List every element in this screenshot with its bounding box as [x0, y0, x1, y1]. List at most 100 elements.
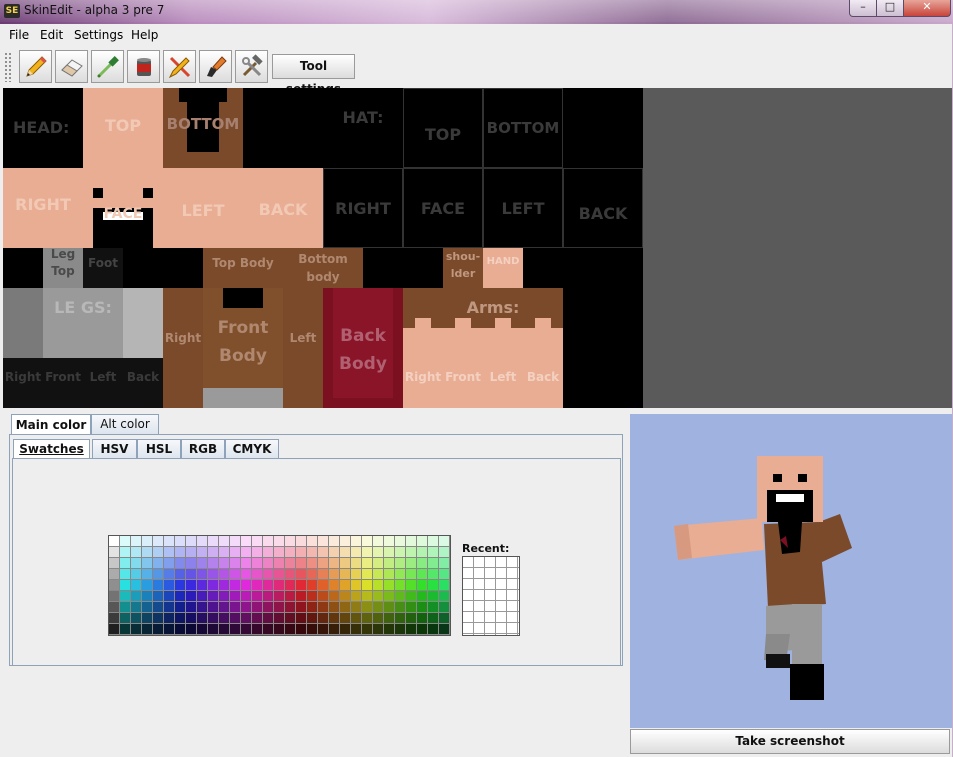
- color-swatch[interactable]: [340, 624, 350, 634]
- color-swatch[interactable]: [153, 536, 163, 546]
- color-swatch[interactable]: [329, 547, 339, 557]
- color-swatch[interactable]: [197, 569, 207, 579]
- color-swatch[interactable]: [164, 580, 174, 590]
- color-swatch[interactable]: [439, 547, 449, 557]
- color-swatch[interactable]: [197, 613, 207, 623]
- color-swatch[interactable]: [186, 591, 196, 601]
- color-swatch[interactable]: [109, 547, 119, 557]
- color-swatch[interactable]: [263, 580, 273, 590]
- color-swatch[interactable]: [428, 613, 438, 623]
- color-swatch[interactable]: [175, 569, 185, 579]
- color-swatch[interactable]: [131, 547, 141, 557]
- color-swatch[interactable]: [186, 602, 196, 612]
- color-swatch[interactable]: [318, 624, 328, 634]
- color-swatch[interactable]: [120, 613, 130, 623]
- color-swatch[interactable]: [285, 602, 295, 612]
- menu-file[interactable]: File: [9, 28, 29, 42]
- color-swatch[interactable]: [285, 536, 295, 546]
- color-swatch[interactable]: [153, 569, 163, 579]
- color-swatch[interactable]: [373, 558, 383, 568]
- color-swatch[interactable]: [263, 569, 273, 579]
- color-swatch[interactable]: [186, 558, 196, 568]
- leg-top-region[interactable]: [43, 248, 83, 288]
- color-swatch[interactable]: [296, 547, 306, 557]
- color-swatch[interactable]: [252, 624, 262, 634]
- color-swatch[interactable]: [219, 547, 229, 557]
- color-swatch[interactable]: [197, 602, 207, 612]
- tab-cmyk[interactable]: CMYK: [225, 439, 279, 458]
- color-swatch[interactable]: [208, 624, 218, 634]
- color-swatch[interactable]: [274, 547, 284, 557]
- close-button[interactable]: ✕: [903, 0, 951, 17]
- tab-alt-color[interactable]: Alt color: [91, 414, 159, 434]
- color-swatch[interactable]: [219, 558, 229, 568]
- color-swatch[interactable]: [318, 547, 328, 557]
- color-swatch[interactable]: [417, 613, 427, 623]
- color-swatch[interactable]: [285, 613, 295, 623]
- color-swatch[interactable]: [175, 624, 185, 634]
- color-swatch[interactable]: [406, 580, 416, 590]
- color-swatch[interactable]: [109, 580, 119, 590]
- color-swatch[interactable]: [296, 602, 306, 612]
- color-swatch[interactable]: [384, 547, 394, 557]
- color-swatch[interactable]: [142, 569, 152, 579]
- color-swatch[interactable]: [164, 613, 174, 623]
- color-swatch[interactable]: [142, 624, 152, 634]
- color-swatch[interactable]: [252, 580, 262, 590]
- hat-back-region[interactable]: [563, 168, 643, 248]
- color-swatch[interactable]: [428, 602, 438, 612]
- color-swatch[interactable]: [175, 558, 185, 568]
- color-swatch[interactable]: [120, 558, 130, 568]
- color-swatch[interactable]: [340, 558, 350, 568]
- color-swatch[interactable]: [384, 580, 394, 590]
- color-swatch[interactable]: [131, 569, 141, 579]
- color-swatch[interactable]: [395, 591, 405, 601]
- color-swatch[interactable]: [351, 580, 361, 590]
- color-swatch[interactable]: [131, 580, 141, 590]
- color-swatch[interactable]: [230, 547, 240, 557]
- color-swatch[interactable]: [318, 580, 328, 590]
- hat-right-region[interactable]: [323, 168, 403, 248]
- hat-face-region[interactable]: [403, 168, 483, 248]
- color-swatch[interactable]: [175, 547, 185, 557]
- color-swatch[interactable]: [109, 591, 119, 601]
- color-swatch[interactable]: [351, 569, 361, 579]
- body-left-region[interactable]: [283, 288, 323, 408]
- color-swatch[interactable]: [153, 602, 163, 612]
- skin-3d-preview[interactable]: [630, 414, 952, 728]
- color-swatch[interactable]: [395, 558, 405, 568]
- color-swatch[interactable]: [373, 591, 383, 601]
- color-swatch[interactable]: [417, 536, 427, 546]
- color-swatch[interactable]: [241, 558, 251, 568]
- color-swatch[interactable]: [263, 547, 273, 557]
- color-swatch[interactable]: [252, 547, 262, 557]
- color-swatch[interactable]: [186, 613, 196, 623]
- color-swatch[interactable]: [329, 591, 339, 601]
- color-swatch[interactable]: [406, 547, 416, 557]
- color-swatch[interactable]: [296, 624, 306, 634]
- color-swatch[interactable]: [208, 613, 218, 623]
- arms-region[interactable]: [403, 328, 563, 408]
- color-swatch[interactable]: [197, 536, 207, 546]
- color-swatch[interactable]: [120, 602, 130, 612]
- color-swatch[interactable]: [285, 624, 295, 634]
- color-swatch[interactable]: [307, 580, 317, 590]
- color-swatch[interactable]: [186, 569, 196, 579]
- color-swatch[interactable]: [351, 547, 361, 557]
- color-swatch[interactable]: [263, 624, 273, 634]
- color-swatch[interactable]: [384, 558, 394, 568]
- color-swatch[interactable]: [307, 569, 317, 579]
- color-swatch[interactable]: [263, 536, 273, 546]
- color-swatch[interactable]: [307, 613, 317, 623]
- color-swatch[interactable]: [439, 613, 449, 623]
- color-swatch[interactable]: [362, 569, 372, 579]
- head-back-region[interactable]: [243, 168, 323, 248]
- color-swatch[interactable]: [241, 624, 251, 634]
- color-swatch[interactable]: [439, 536, 449, 546]
- tab-hsv[interactable]: HSV: [92, 439, 137, 458]
- color-swatch[interactable]: [230, 536, 240, 546]
- color-swatch[interactable]: [406, 536, 416, 546]
- color-swatch[interactable]: [395, 569, 405, 579]
- color-swatch[interactable]: [230, 613, 240, 623]
- color-swatch[interactable]: [329, 580, 339, 590]
